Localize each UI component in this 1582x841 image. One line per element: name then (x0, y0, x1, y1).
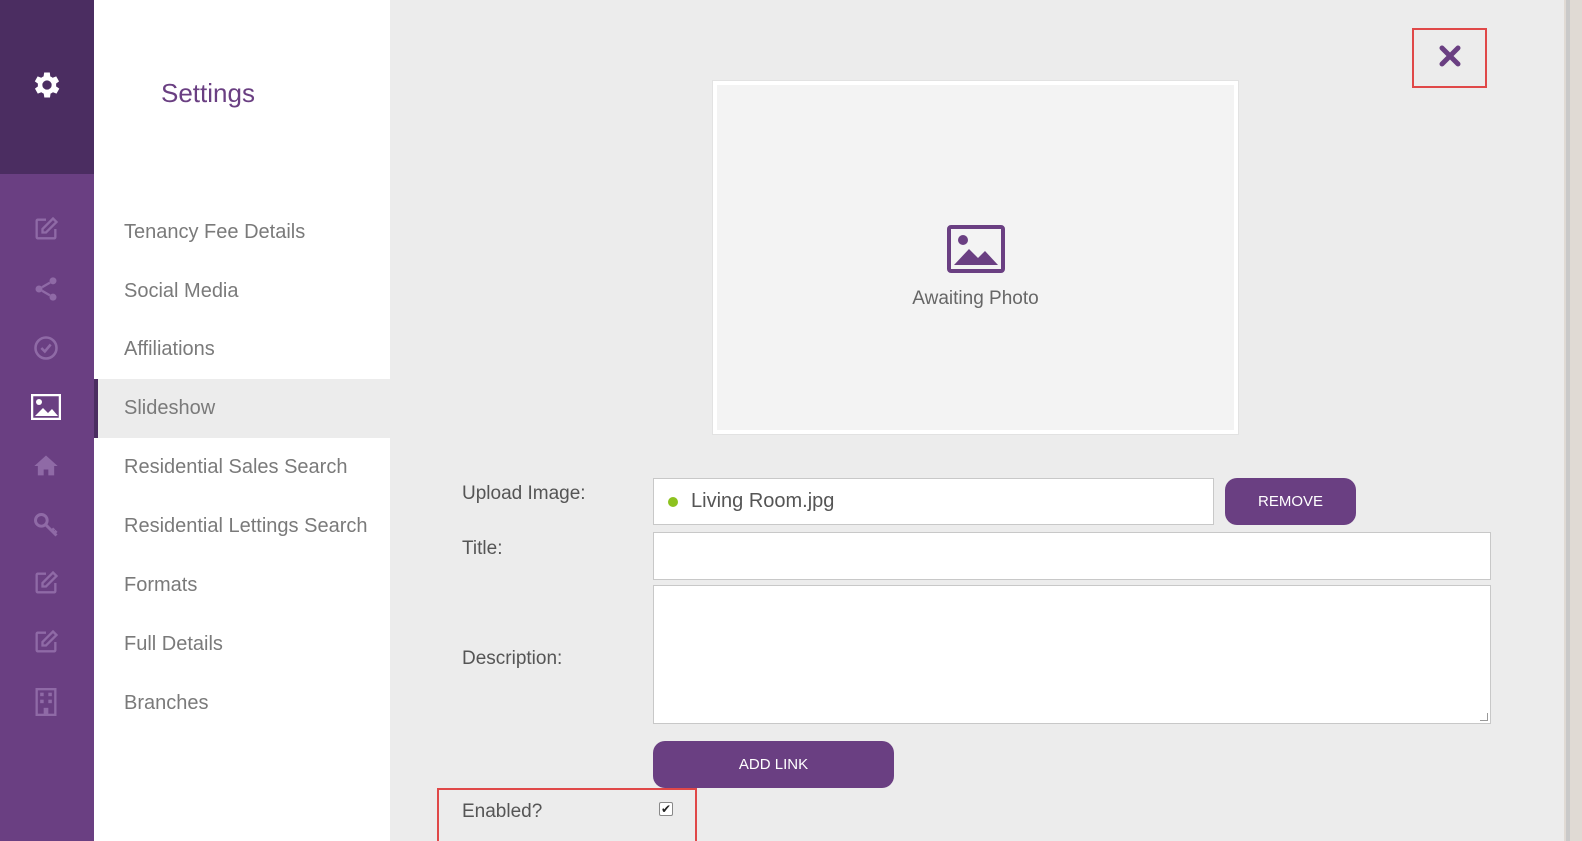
menu-item-tenancy-fee-details[interactable]: Tenancy Fee Details (94, 203, 390, 262)
menu-item-full-details[interactable]: Full Details (94, 615, 390, 674)
menu-item-branches[interactable]: Branches (94, 674, 390, 733)
key-icon[interactable] (29, 508, 63, 542)
checkmark-icon: ✔ (660, 802, 672, 816)
image-icon[interactable] (29, 390, 63, 424)
menu-title: Settings (161, 78, 255, 108)
upload-image-field[interactable]: Living Room.jpg (653, 478, 1214, 525)
close-button[interactable] (1412, 28, 1487, 88)
settings-gear-icon[interactable] (30, 68, 64, 107)
check-circle-icon[interactable] (29, 331, 63, 365)
description-textarea[interactable] (653, 585, 1491, 724)
status-dot-icon (668, 496, 678, 507)
menu-item-residential-lettings-search[interactable]: Residential Lettings Search (94, 497, 390, 556)
enabled-label: Enabled? (462, 801, 543, 822)
home-icon[interactable] (29, 449, 63, 483)
upload-file-name: Living Room.jpg (691, 490, 835, 512)
photo-preview: Awaiting Photo (713, 81, 1238, 434)
title-input[interactable] (653, 532, 1491, 580)
slideshow-editor: Awaiting Photo Upload Image: Living Room… (390, 0, 1564, 841)
photo-caption: Awaiting Photo (912, 288, 1039, 309)
edit-icon[interactable] (29, 625, 63, 659)
image-placeholder-icon (946, 225, 1005, 277)
menu-item-affiliations[interactable]: Affiliations (94, 320, 390, 379)
enabled-checkbox[interactable]: ✔ (659, 802, 673, 816)
resize-grip-icon[interactable] (1480, 713, 1488, 721)
close-icon (1438, 44, 1462, 73)
menu-item-social-media[interactable]: Social Media (94, 262, 390, 321)
upload-image-label: Upload Image: (462, 483, 586, 504)
building-icon[interactable] (29, 685, 63, 719)
menu-item-slideshow[interactable]: Slideshow (94, 379, 390, 438)
remove-button[interactable]: REMOVE (1225, 478, 1356, 525)
right-edge (1564, 0, 1582, 841)
share-icon[interactable] (29, 272, 63, 306)
icon-rail (0, 0, 94, 841)
edit-icon[interactable] (29, 212, 63, 246)
title-label: Title: (462, 538, 503, 559)
scrollbar[interactable] (1566, 0, 1570, 841)
menu-item-formats[interactable]: Formats (94, 556, 390, 615)
add-link-button[interactable]: ADD LINK (653, 741, 894, 788)
settings-menu: Settings Tenancy Fee Details Social Medi… (94, 0, 390, 841)
description-label: Description: (462, 648, 563, 669)
menu-item-residential-sales-search[interactable]: Residential Sales Search (94, 438, 390, 497)
edit-icon[interactable] (29, 566, 63, 600)
rail-header (0, 0, 94, 174)
